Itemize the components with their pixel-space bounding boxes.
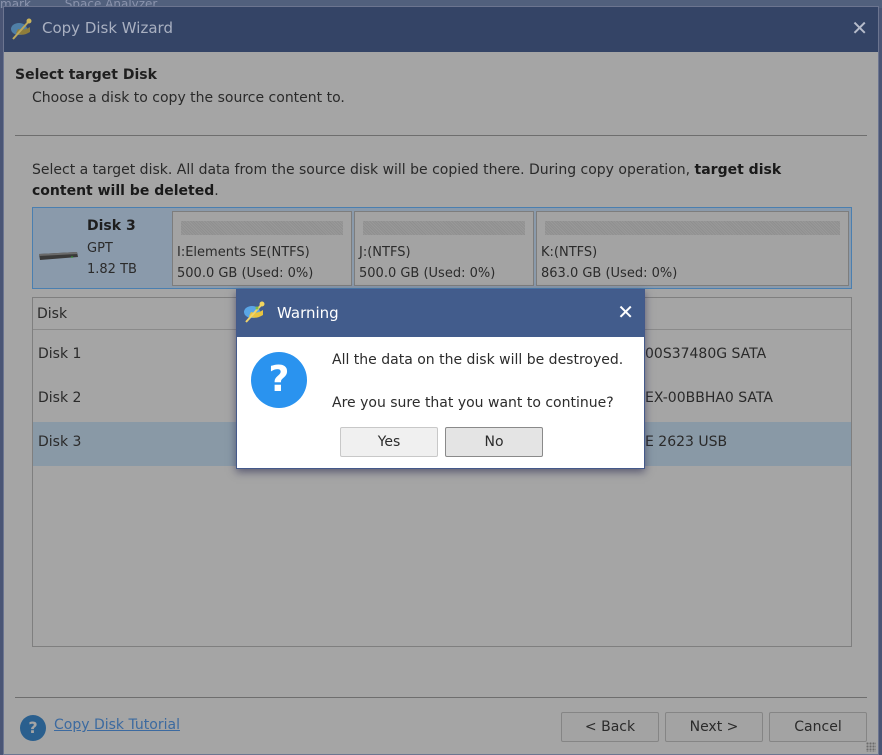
partition-usage: 500.0 GB (Used: 0%) [177,266,314,281]
partition-usage-bar [545,221,840,235]
column-header-disk[interactable]: Disk [37,306,67,322]
partition-usage: 500.0 GB (Used: 0%) [359,266,496,281]
model-cell: EX-00BBHA0 SATA [645,390,773,406]
resize-grip[interactable] [866,742,876,752]
instruction-text: Select a target disk. All data from the … [32,160,832,202]
partition-label: I:Elements SE(NTFS) [177,245,310,260]
yes-button[interactable]: Yes [340,427,438,457]
question-icon: ? [251,352,307,408]
page-title: Select target Disk [15,67,157,83]
partition-label: J:(NTFS) [359,245,411,260]
partition-usage-bar [181,221,343,235]
app-icon [244,301,265,323]
dialog-title-bar: Warning ✕ [237,290,644,337]
disk-info[interactable]: Disk 3 GPT 1.82 TB [33,208,171,288]
partition-usage-bar [363,221,525,235]
warning-dialog: Warning ✕ ? All the data on the disk wil… [236,289,645,469]
dialog-close-icon[interactable]: ✕ [617,300,634,324]
app-icon [11,18,32,40]
title-bar: Copy Disk Wizard ✕ [4,7,878,52]
page-subtitle: Choose a disk to copy the source content… [32,90,345,106]
disk-name: Disk 3 [87,218,136,234]
cancel-button[interactable]: Cancel [769,712,867,742]
footer-divider [15,697,867,698]
partition-label: K:(NTFS) [541,245,598,260]
disk-cell: Disk 3 [38,434,82,450]
model-cell: 00S37480G SATA [645,346,767,362]
disk-type: GPT [87,241,113,256]
back-button[interactable]: < Back [561,712,659,742]
instruction-normal: Select a target disk. All data from the … [32,162,695,178]
disk-cell: Disk 1 [38,346,82,362]
instruction-end: . [214,183,219,199]
partition-block[interactable]: I:Elements SE(NTFS) 500.0 GB (Used: 0%) [172,211,352,286]
partition-usage: 863.0 GB (Used: 0%) [541,266,678,281]
partition-block[interactable]: J:(NTFS) 500.0 GB (Used: 0%) [354,211,534,286]
disk-cell: Disk 2 [38,390,82,406]
window-title: Copy Disk Wizard [42,19,173,37]
close-icon[interactable]: ✕ [851,16,868,40]
dialog-title: Warning [277,304,339,322]
no-button[interactable]: No [445,427,543,457]
hard-drive-icon [39,252,78,260]
partition-block[interactable]: K:(NTFS) 863.0 GB (Used: 0%) [536,211,849,286]
dialog-question: Are you sure that you want to continue? [332,395,614,411]
next-button[interactable]: Next > [665,712,763,742]
model-cell: E 2623 USB [645,434,728,450]
tutorial-link[interactable]: Copy Disk Tutorial [54,717,180,733]
help-icon[interactable]: ? [20,715,46,741]
header-divider [15,135,867,136]
disk-size: 1.82 TB [87,262,137,277]
dialog-message: All the data on the disk will be destroy… [332,352,624,368]
disk-map[interactable]: Disk 3 GPT 1.82 TB I:Elements SE(NTFS) 5… [32,207,852,289]
